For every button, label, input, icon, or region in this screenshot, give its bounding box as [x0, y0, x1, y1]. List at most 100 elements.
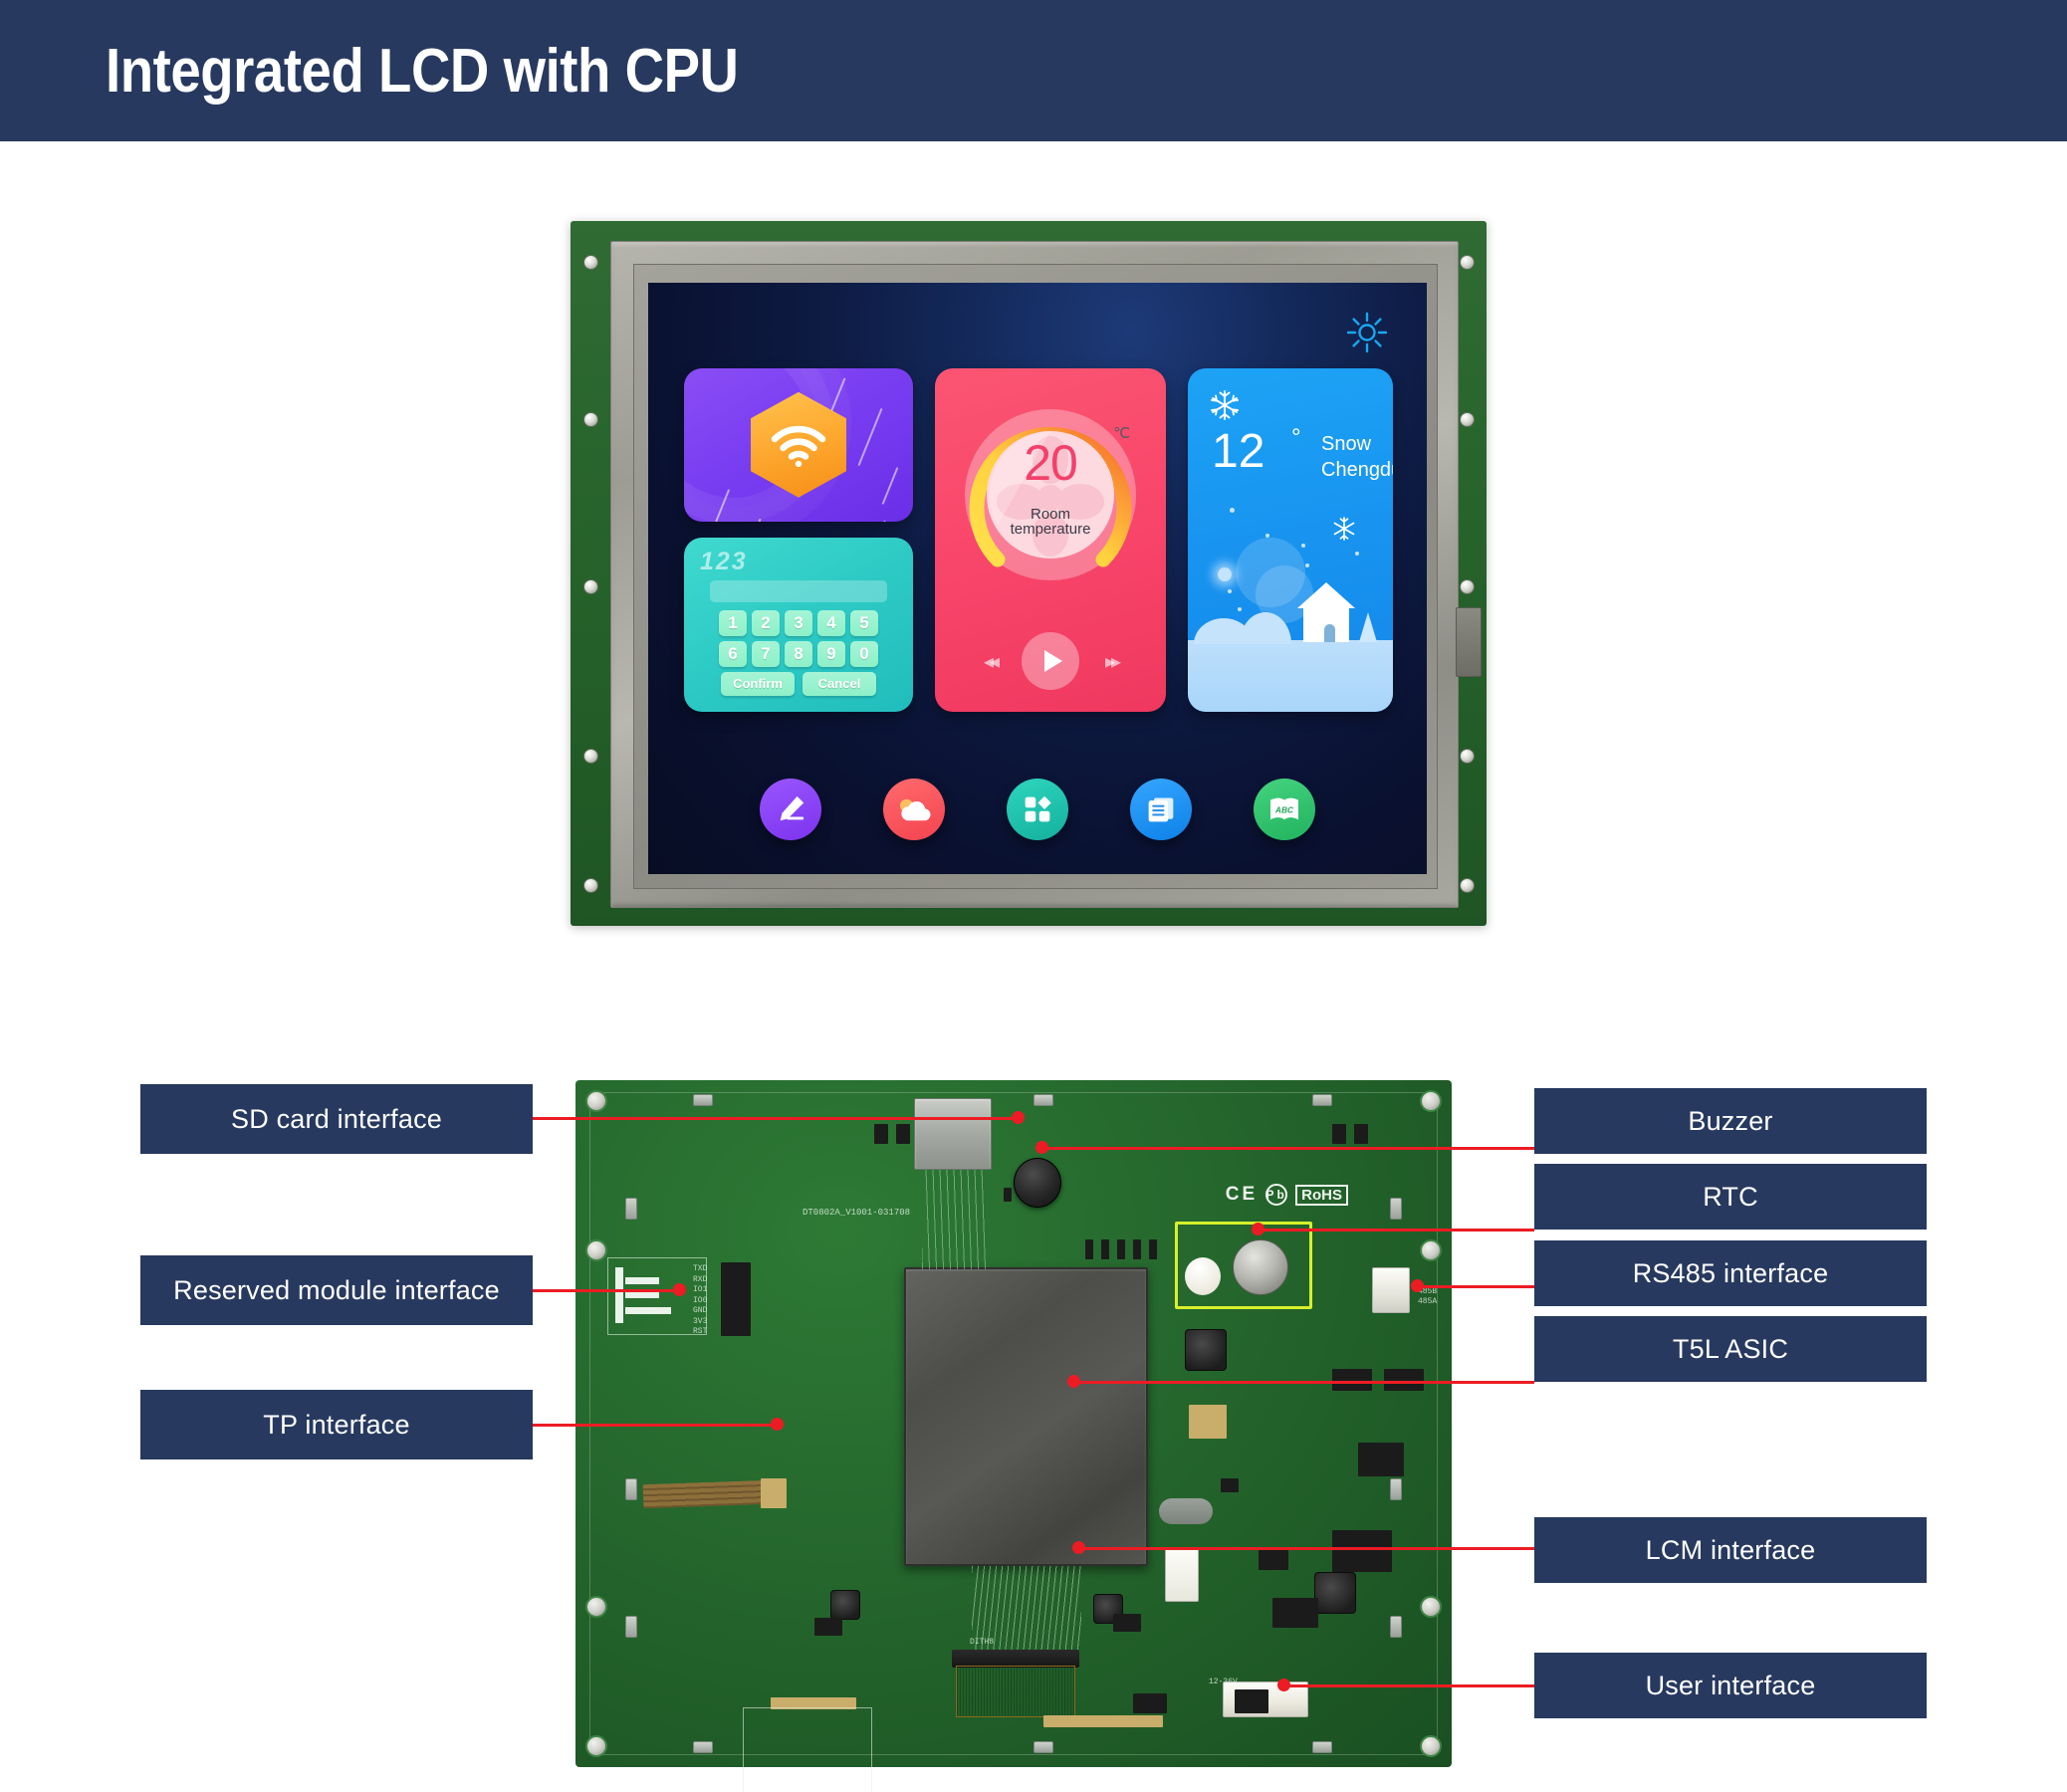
label-buzzer[interactable]: Buzzer: [1534, 1088, 1927, 1154]
dock-item-apps[interactable]: [1007, 779, 1068, 840]
screw-hole: [1460, 412, 1475, 427]
thermostat-widget[interactable]: 20 ℃ Room temperature ◂◂ ▸▸: [935, 368, 1166, 712]
smd-part: [1354, 1124, 1368, 1144]
ic-soic: [1358, 1443, 1404, 1476]
abc-book-icon: ABC: [1270, 797, 1298, 820]
cancel-button[interactable]: Cancel: [803, 671, 876, 696]
dock-item-weather[interactable]: [883, 779, 945, 840]
smd-part: [1101, 1239, 1109, 1259]
play-button[interactable]: [1022, 632, 1079, 690]
lcd-module-photo: 123 1 2 3 4 5 6 7 8 9 0 Confirm Cancel 2…: [571, 221, 1487, 926]
screw-hole: [1460, 255, 1475, 270]
screw-hole: [1460, 749, 1475, 764]
bokeh-decoration: [1218, 567, 1232, 581]
mounting-hole: [585, 1239, 607, 1261]
keypad-key[interactable]: 3: [785, 609, 812, 636]
label-rs485-interface[interactable]: RS485 interface: [1534, 1240, 1927, 1306]
dock-item-dictionary[interactable]: ABC: [1254, 779, 1315, 840]
label-user-interface[interactable]: User interface: [1534, 1653, 1927, 1718]
leader-line-tp: [533, 1424, 778, 1427]
battery-wire: [1159, 1498, 1213, 1524]
page-root: Integrated LCD with CPU 123 1 2 3 4 5 6 …: [0, 0, 2067, 1792]
keypad-key[interactable]: 5: [850, 609, 878, 636]
leader-line-t5l-asic: [1073, 1381, 1534, 1384]
keypad-key[interactable]: 4: [817, 609, 845, 636]
label-lcm-interface[interactable]: LCM interface: [1534, 1517, 1927, 1583]
solder-tab: [625, 1198, 637, 1220]
inductor: [1314, 1572, 1356, 1614]
thermostat-caption: Room temperature: [935, 507, 1166, 538]
solder-tab: [1390, 1198, 1402, 1220]
label-tp-interface[interactable]: TP interface: [140, 1390, 533, 1459]
label-rtc[interactable]: RTC: [1534, 1164, 1927, 1230]
solder-tab: [1390, 1478, 1402, 1500]
rohs-mark: RoHS: [1295, 1184, 1348, 1206]
label-sd-card-interface[interactable]: SD card interface: [140, 1084, 533, 1154]
leader-line-user: [1283, 1684, 1534, 1687]
play-icon: [1043, 650, 1062, 672]
smd-part: [1384, 1369, 1424, 1391]
confirm-button[interactable]: Confirm: [721, 671, 795, 696]
tp-ribbon-cable: [642, 1479, 772, 1509]
dock-item-documents[interactable]: [1130, 779, 1192, 840]
leader-dot-lcm: [1072, 1541, 1085, 1554]
keypad-key[interactable]: 7: [752, 640, 780, 667]
keypad-row-2: 6 7 8 9 0: [696, 640, 901, 667]
keypad-key[interactable]: 9: [817, 640, 845, 667]
white-connector: [1165, 1548, 1199, 1602]
keypad-display-field[interactable]: [710, 579, 887, 602]
leader-dot-buzzer: [1035, 1141, 1048, 1154]
keypad-row-1: 1 2 3 4 5: [696, 609, 901, 636]
label-text: Buzzer: [1688, 1105, 1773, 1136]
weather-widget[interactable]: 12 ° Snow Chengdu: [1188, 368, 1393, 712]
app-dock: ABC: [648, 779, 1427, 840]
snowflake-icon: [1211, 390, 1239, 420]
keypad-key[interactable]: 6: [719, 640, 747, 667]
rewind-icon[interactable]: ◂◂: [984, 649, 1000, 674]
screw-hole: [583, 579, 598, 594]
solder-tab: [1390, 1616, 1402, 1638]
screw-hole: [1460, 878, 1475, 893]
leader-line-rs485: [1417, 1285, 1534, 1288]
smd-part: [1133, 1239, 1141, 1259]
page-title: Integrated LCD with CPU: [106, 36, 739, 106]
leader-dot-t5l-asic: [1067, 1375, 1080, 1388]
leader-line-rtc: [1258, 1229, 1534, 1232]
smd-part: [814, 1618, 842, 1636]
snow-ground: [1188, 640, 1393, 712]
buzzer-component: [1014, 1158, 1061, 1208]
keypad-key[interactable]: 1: [719, 609, 747, 636]
snow-dot: [1265, 534, 1269, 538]
label-t5l-asic[interactable]: T5L ASIC: [1534, 1316, 1927, 1382]
keypad-actions: Confirm Cancel: [696, 671, 901, 696]
keypad-widget[interactable]: 123 1 2 3 4 5 6 7 8 9 0 Confirm Cancel: [684, 537, 913, 712]
media-controls: ◂◂ ▸▸: [935, 632, 1166, 690]
sun-icon[interactable]: [1345, 311, 1389, 354]
thermostat-value: 20: [1024, 435, 1078, 491]
pin-label-stack: TXD RXD IO1 IO0 GND 3V3 RST: [693, 1264, 708, 1336]
pencil-icon: [780, 795, 804, 821]
user-voltage-ref: 12-36V: [1209, 1678, 1238, 1686]
leader-dot-rtc: [1252, 1223, 1264, 1235]
label-text: Reserved module interface: [173, 1274, 500, 1305]
screw-hole: [1460, 579, 1475, 594]
keypad-key[interactable]: 2: [752, 609, 780, 636]
label-text: User interface: [1645, 1670, 1816, 1700]
leader-dot-reserved-module: [673, 1283, 686, 1296]
snow-dot: [1228, 589, 1232, 593]
wifi-widget[interactable]: [684, 368, 913, 522]
smd-part: [1113, 1614, 1141, 1632]
mounting-hole: [585, 1090, 607, 1112]
snow-dot: [1230, 508, 1235, 513]
forward-icon[interactable]: ▸▸: [1105, 649, 1121, 674]
dock-item-edit-note[interactable]: [760, 779, 821, 840]
lcm-ffc-cable: [956, 1666, 1075, 1717]
pine-tree: [1359, 612, 1377, 642]
keypad-key[interactable]: 8: [785, 640, 812, 667]
smd-part: [874, 1124, 888, 1144]
pin-header-pads: [761, 1478, 787, 1508]
ic-soic: [1272, 1598, 1318, 1628]
label-reserved-module-interface[interactable]: Reserved module interface: [140, 1255, 533, 1325]
keypad-key[interactable]: 0: [850, 640, 878, 667]
pb-free-mark: Pb: [1265, 1184, 1288, 1206]
